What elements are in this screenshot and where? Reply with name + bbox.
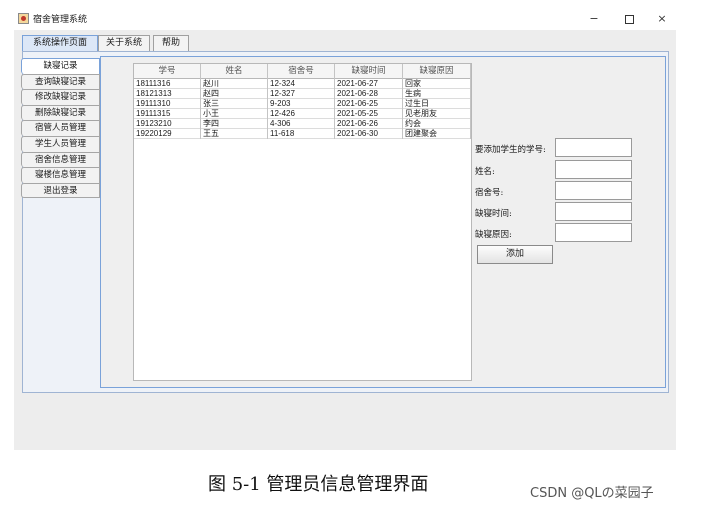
cell-name: 赵川 <box>201 79 268 89</box>
side-tab-list: 缺寝记录 查询缺寝记录 修改缺寝记录 删除缺寝记录 宿管人员管理 学生人员管理 … <box>21 58 100 199</box>
close-button[interactable]: × <box>652 10 672 28</box>
cell-absent-reason: 约会 <box>403 119 471 129</box>
cell-student-id: 18111316 <box>134 79 201 89</box>
absence-table[interactable]: 学号 姓名 宿舍号 缺寝时间 缺寝原因 18111316 赵川 12-324 2… <box>133 63 472 381</box>
cell-room: 11-618 <box>268 129 335 139</box>
cell-absent-time: 2021-06-28 <box>335 89 403 99</box>
cell-absent-reason: 生病 <box>403 89 471 99</box>
cell-name: 王五 <box>201 129 268 139</box>
cell-absent-reason: 团建聚会 <box>403 129 471 139</box>
cell-absent-time: 2021-06-30 <box>335 129 403 139</box>
absent-time-label: 缺寝时间: <box>475 209 512 219</box>
figure-caption: 图 5-1 管理员信息管理界面 <box>208 474 429 495</box>
cell-name: 张三 <box>201 99 268 109</box>
column-header-student-id[interactable]: 学号 <box>134 64 201 79</box>
side-tab-logout[interactable]: 退出登录 <box>21 182 100 199</box>
cell-absent-time: 2021-06-27 <box>335 79 403 89</box>
side-tab-absence-record[interactable]: 缺寝记录 <box>21 58 100 74</box>
cell-absent-reason: 见老朋友 <box>403 109 471 119</box>
cell-room: 9-203 <box>268 99 335 109</box>
room-input[interactable] <box>555 181 632 200</box>
cell-name: 赵四 <box>201 89 268 99</box>
student-id-label: 要添加学生的学号: <box>475 145 546 155</box>
cell-student-id: 18121313 <box>134 89 201 99</box>
cell-student-id: 19123210 <box>134 119 201 129</box>
cell-name: 李四 <box>201 119 268 129</box>
table-row[interactable]: 19220129 王五 11-618 2021-06-30 团建聚会 <box>134 129 471 139</box>
cell-absent-time: 2021-05-25 <box>335 109 403 119</box>
side-tab-dorm-info[interactable]: 宿舍信息管理 <box>21 151 100 168</box>
cell-student-id: 19111310 <box>134 99 201 109</box>
tab-help[interactable]: 帮助 <box>153 35 189 51</box>
table-header: 学号 姓名 宿舍号 缺寝时间 缺寝原因 <box>134 64 471 79</box>
side-tab-query-absence[interactable]: 查询缺寝记录 <box>21 73 100 90</box>
cell-room: 12-324 <box>268 79 335 89</box>
app-window: 宿舍管理系统 − × 系统操作页面 关于系统 帮助 缺寝记录 查询缺寝记录 修改… <box>14 8 676 450</box>
column-header-room[interactable]: 宿舍号 <box>268 64 335 79</box>
cell-absent-reason: 回家 <box>403 79 471 89</box>
absent-time-input[interactable] <box>555 202 632 221</box>
cell-room: 12-426 <box>268 109 335 119</box>
table-row[interactable]: 18121313 赵四 12-327 2021-06-28 生病 <box>134 89 471 99</box>
absent-reason-input[interactable] <box>555 223 632 242</box>
student-id-input[interactable] <box>555 138 632 157</box>
cell-student-id: 19111315 <box>134 109 201 119</box>
cell-absent-time: 2021-06-26 <box>335 119 403 129</box>
java-app-icon <box>18 13 29 24</box>
cell-absent-reason: 过生日 <box>403 99 471 109</box>
room-label: 宿舍号: <box>475 188 504 198</box>
tab-about-system[interactable]: 关于系统 <box>98 35 150 51</box>
tab-system-operation[interactable]: 系统操作页面 <box>22 35 98 51</box>
minimize-button[interactable]: − <box>584 10 604 28</box>
absent-reason-label: 缺寝原因: <box>475 230 512 240</box>
csdn-watermark: CSDN @QLの菜园子 <box>530 486 654 501</box>
window-title: 宿舍管理系统 <box>33 15 88 25</box>
table-row[interactable]: 19123210 李四 4-306 2021-06-26 约会 <box>134 119 471 129</box>
column-header-name[interactable]: 姓名 <box>201 64 268 79</box>
maximize-icon <box>624 14 634 24</box>
name-label: 姓名: <box>475 167 495 177</box>
title-bar[interactable]: 宿舍管理系统 − × <box>14 8 676 30</box>
cell-absent-time: 2021-06-25 <box>335 99 403 109</box>
side-tab-modify-absence[interactable]: 修改缺寝记录 <box>21 89 100 105</box>
table-row[interactable]: 18111316 赵川 12-324 2021-06-27 回家 <box>134 79 471 89</box>
cell-room: 12-327 <box>268 89 335 99</box>
maximize-button[interactable] <box>619 10 639 28</box>
column-header-absent-time[interactable]: 缺寝时间 <box>335 64 403 79</box>
table-row[interactable]: 19111310 张三 9-203 2021-06-25 过生日 <box>134 99 471 109</box>
table-row[interactable]: 19111315 小王 12-426 2021-05-25 见老朋友 <box>134 109 471 119</box>
side-tab-manager-admin[interactable]: 宿管人员管理 <box>21 120 100 136</box>
column-header-absent-reason[interactable]: 缺寝原因 <box>403 64 471 79</box>
side-tab-student-admin[interactable]: 学生人员管理 <box>21 135 100 152</box>
add-button[interactable]: 添加 <box>477 245 553 264</box>
table-body: 18111316 赵川 12-324 2021-06-27 回家 1812131… <box>134 79 471 139</box>
name-input[interactable] <box>555 160 632 179</box>
cell-student-id: 19220129 <box>134 129 201 139</box>
side-tab-delete-absence[interactable]: 删除缺寝记录 <box>21 104 100 121</box>
cell-name: 小王 <box>201 109 268 119</box>
side-tab-building-info[interactable]: 寝楼信息管理 <box>21 167 100 183</box>
cell-room: 4-306 <box>268 119 335 129</box>
